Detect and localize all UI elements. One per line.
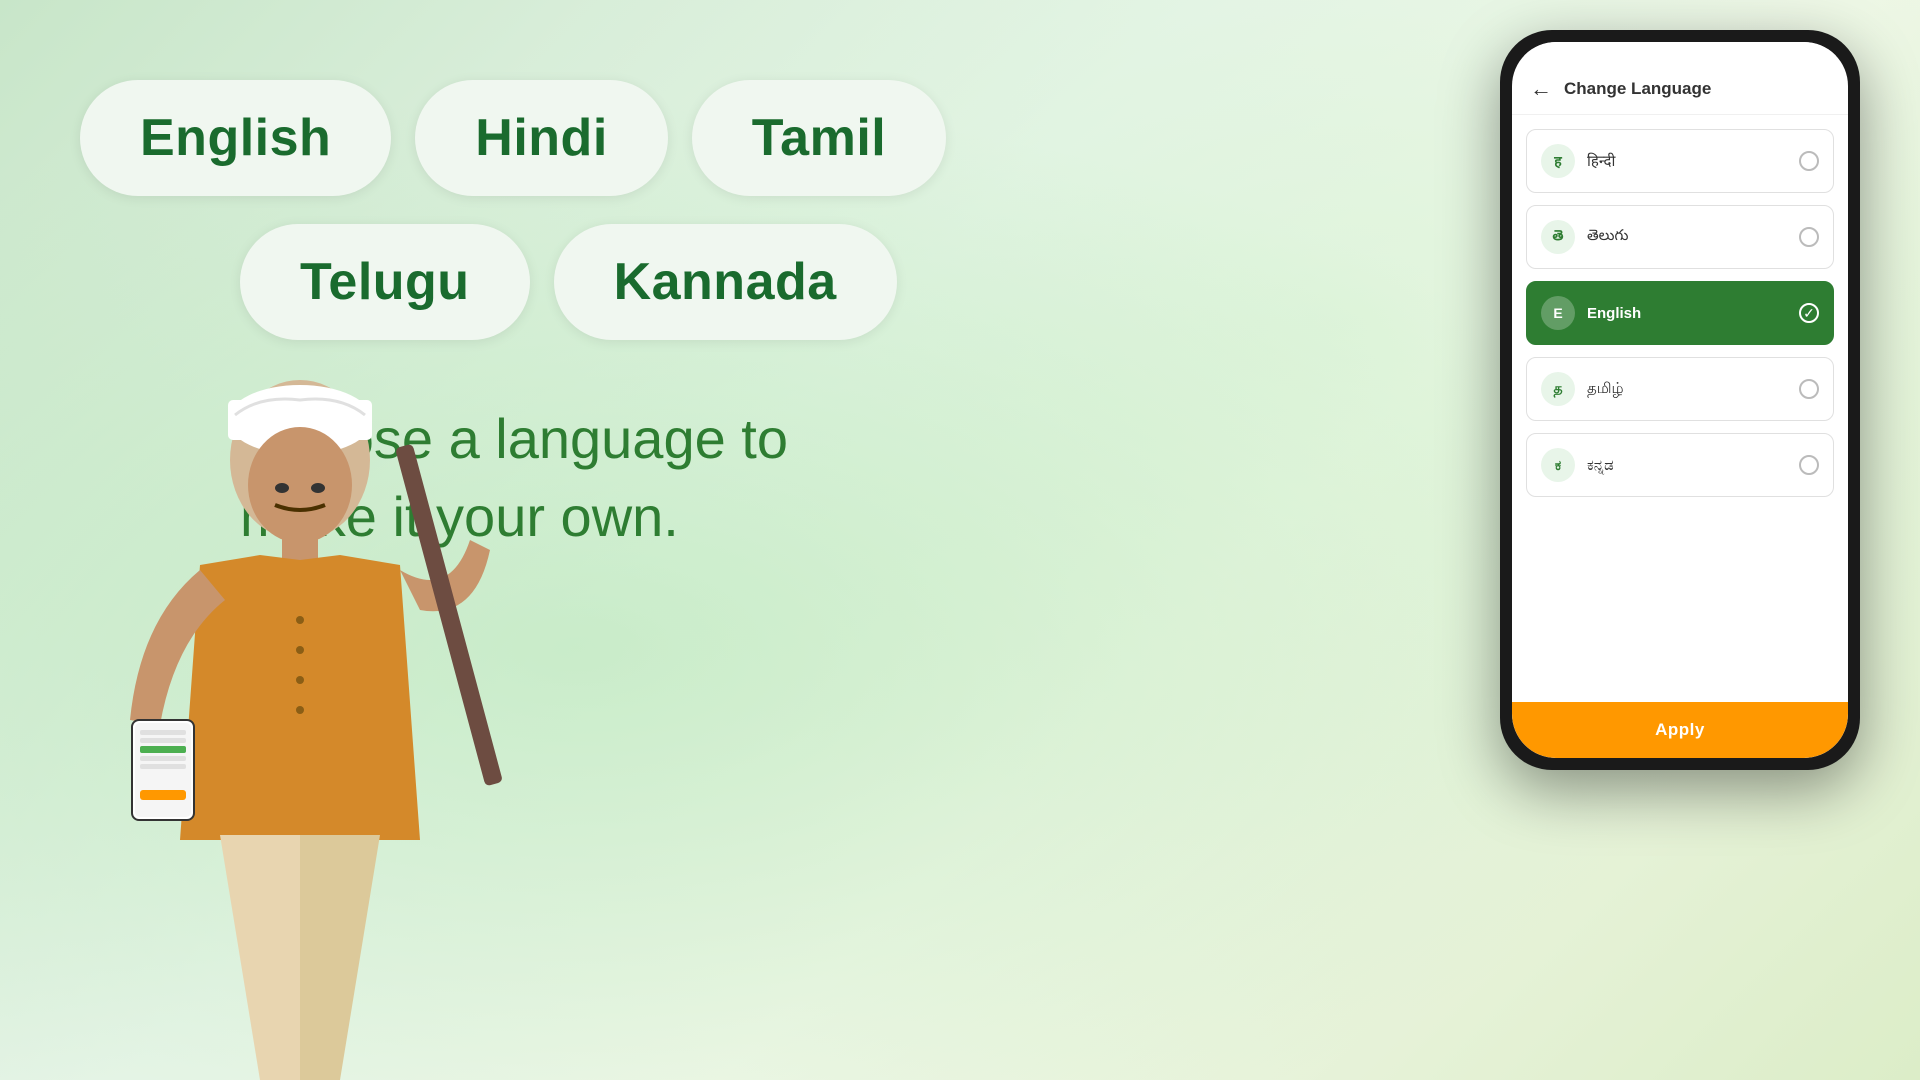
- language-list: ह हिन्दी తె తెలుగు E English ✓: [1512, 115, 1848, 702]
- phone-mockup: ← Change Language ह हिन्दी తె తెలుగు: [1500, 30, 1860, 770]
- back-button[interactable]: ←: [1530, 76, 1552, 102]
- tamil-radio[interactable]: [1799, 379, 1819, 399]
- tamil-icon: த: [1541, 372, 1575, 406]
- person-svg: [60, 340, 540, 1080]
- pill-hindi[interactable]: Hindi: [415, 80, 667, 196]
- language-item-english[interactable]: E English ✓: [1526, 281, 1834, 345]
- kannada-label: ಕನ್ನಡ: [1587, 457, 1799, 474]
- telugu-radio[interactable]: [1799, 227, 1819, 247]
- telugu-label: తెలుగు: [1587, 227, 1799, 248]
- pill-kannada[interactable]: Kannada: [554, 224, 897, 340]
- english-label: English: [1587, 305, 1799, 322]
- phone-notch: [1512, 42, 1848, 56]
- language-pills-row1: English Hindi Tamil: [80, 80, 1060, 196]
- language-item-hindi[interactable]: ह हिन्दी: [1526, 129, 1834, 193]
- hindi-label: हिन्दी: [1587, 151, 1799, 171]
- apply-button[interactable]: Apply: [1512, 702, 1848, 758]
- phone-header: ← Change Language: [1512, 56, 1848, 115]
- language-item-telugu[interactable]: తె తెలుగు: [1526, 205, 1834, 269]
- hindi-icon: ह: [1541, 144, 1575, 178]
- telugu-icon: తె: [1541, 220, 1575, 254]
- language-item-kannada[interactable]: ಕ ಕನ್ನಡ: [1526, 433, 1834, 497]
- kannada-icon: ಕ: [1541, 448, 1575, 482]
- language-item-tamil[interactable]: த தமிழ்: [1526, 357, 1834, 421]
- english-radio[interactable]: ✓: [1799, 303, 1819, 323]
- kannada-radio[interactable]: [1799, 455, 1819, 475]
- person-figure-area: [60, 330, 560, 1080]
- hindi-radio[interactable]: [1799, 151, 1819, 171]
- pill-english[interactable]: English: [80, 80, 391, 196]
- english-icon: E: [1541, 296, 1575, 330]
- tamil-label: தமிழ்: [1587, 380, 1799, 399]
- language-pills-row2: Telugu Kannada: [80, 224, 1060, 340]
- phone-title: Change Language: [1564, 79, 1711, 99]
- pill-telugu[interactable]: Telugu: [240, 224, 530, 340]
- phone-screen: ← Change Language ह हिन्दी తె తెలుగు: [1512, 42, 1848, 758]
- pill-tamil[interactable]: Tamil: [692, 80, 946, 196]
